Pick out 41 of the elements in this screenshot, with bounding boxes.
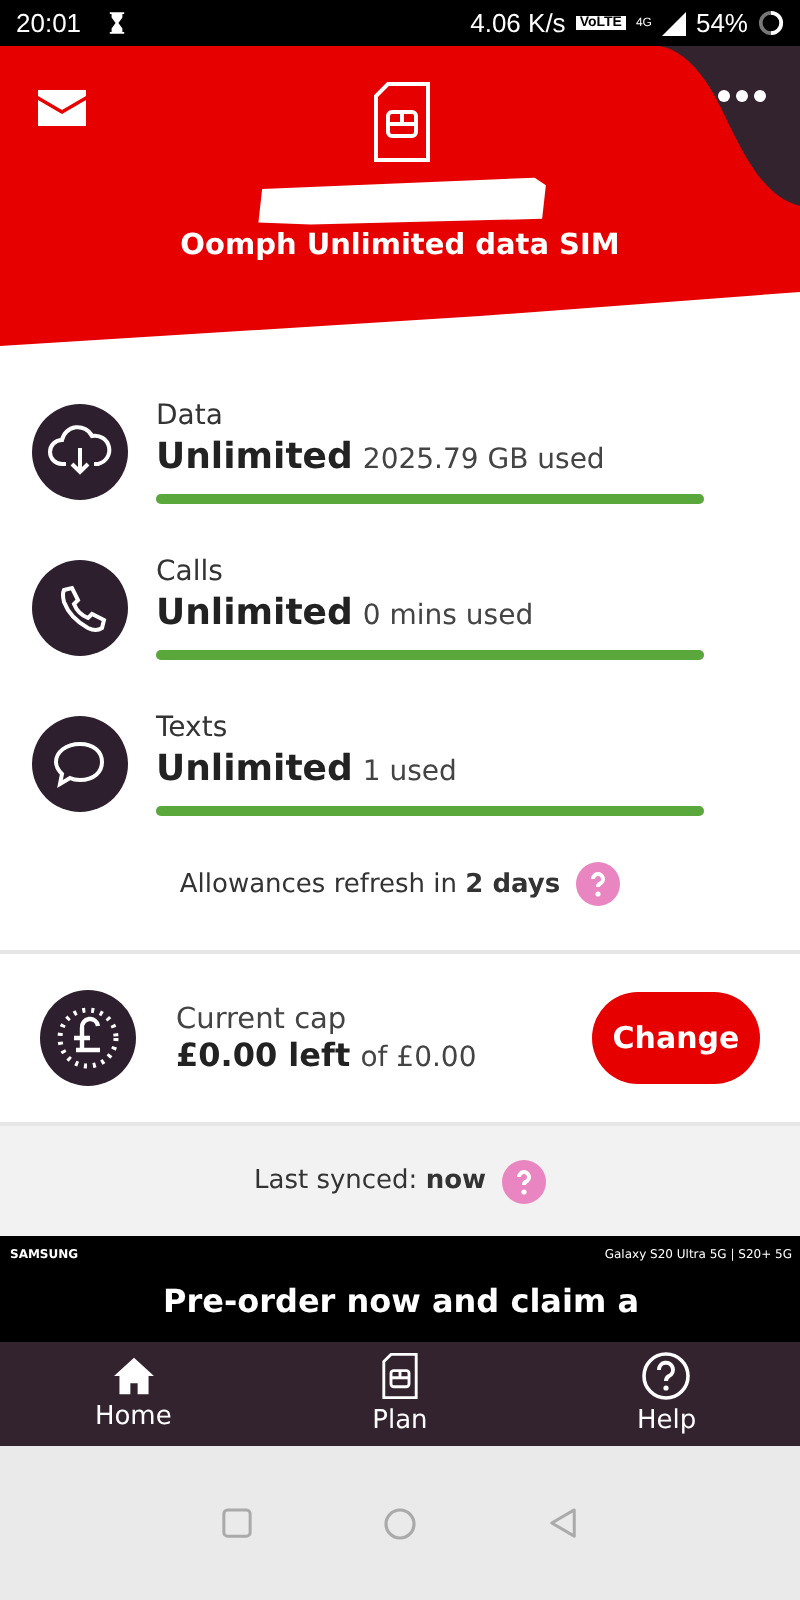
plan-name: Oomph Unlimited data SIM bbox=[180, 230, 620, 262]
allowance-label: Texts bbox=[156, 712, 230, 744]
battery-level: 54% bbox=[695, 8, 748, 38]
cap-total: of £0.00 bbox=[360, 1041, 477, 1073]
help-icon[interactable] bbox=[576, 862, 621, 906]
allowance-amount: Unlimited bbox=[156, 748, 353, 790]
pound-coin-icon bbox=[40, 990, 136, 1086]
usage-text: 0 mins used bbox=[362, 600, 534, 632]
allowance-amount: Unlimited bbox=[156, 592, 353, 634]
network-speed: 4.06 K/s bbox=[470, 8, 566, 38]
hourglass-icon bbox=[107, 12, 126, 34]
cap-label: Current cap bbox=[176, 1003, 349, 1035]
more-icon[interactable] bbox=[718, 90, 766, 102]
home-button[interactable] bbox=[384, 1507, 416, 1539]
allowance-amount: Unlimited bbox=[156, 436, 353, 478]
sim-card-icon bbox=[372, 82, 432, 162]
help-tab[interactable]: Help bbox=[606, 1352, 727, 1436]
cap-amount: £0.00 left bbox=[176, 1035, 351, 1073]
mail-icon[interactable] bbox=[38, 90, 86, 126]
ad-headline: Pre-order now and claim a bbox=[161, 1282, 641, 1320]
usage-text: 1 used bbox=[362, 756, 457, 788]
sim-card-icon bbox=[381, 1352, 418, 1400]
refresh-note: Allowances refresh in 2 days bbox=[179, 869, 561, 899]
change-button[interactable]: Change bbox=[592, 992, 760, 1084]
allowance-label: Data bbox=[156, 400, 225, 432]
sync-note: Last synced: now bbox=[253, 1166, 487, 1196]
signal-icon bbox=[661, 11, 686, 35]
chat-bubble-icon bbox=[32, 716, 128, 812]
help-icon bbox=[642, 1352, 691, 1400]
home-tab[interactable]: Home bbox=[73, 1356, 194, 1432]
recents-button[interactable] bbox=[222, 1508, 252, 1538]
home-icon bbox=[111, 1356, 156, 1396]
back-button[interactable] bbox=[548, 1508, 578, 1538]
clock: 20:01 bbox=[16, 8, 82, 38]
help-icon[interactable] bbox=[502, 1159, 547, 1203]
battery-ring-icon bbox=[758, 10, 784, 36]
usage-text: 2025.79 GB used bbox=[362, 444, 605, 476]
plan-tab[interactable]: Plan bbox=[339, 1352, 460, 1436]
phone-icon bbox=[32, 560, 128, 656]
allowance-label: Calls bbox=[156, 556, 225, 588]
cloud-download-icon bbox=[32, 404, 128, 500]
